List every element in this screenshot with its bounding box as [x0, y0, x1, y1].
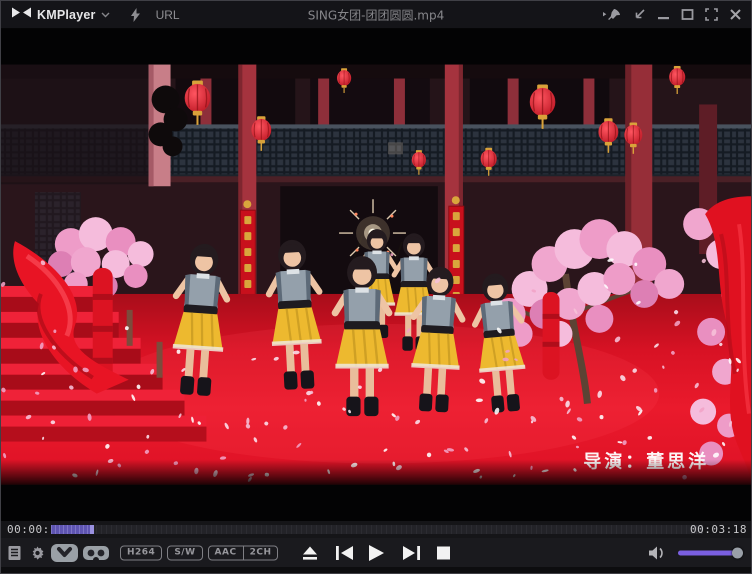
lightning-bolt-icon[interactable]	[130, 8, 141, 22]
pin-always-on-top-icon[interactable]	[603, 8, 622, 21]
previous-button[interactable]	[336, 546, 353, 560]
playlist-button[interactable]	[8, 545, 21, 560]
progress-fill	[51, 525, 94, 534]
close-button[interactable]	[729, 8, 742, 21]
fullscreen-button[interactable]	[705, 8, 718, 21]
volume-slider[interactable]	[678, 550, 742, 555]
url-button[interactable]: URL	[156, 8, 180, 22]
chevron-down-icon[interactable]	[101, 12, 110, 18]
video-display-area[interactable]: 导演：董思洋	[1, 29, 751, 521]
duration-time: 00:03:18	[690, 523, 747, 536]
audio-badges: AAC 2CH	[208, 545, 279, 560]
video-frame[interactable]: 导演：董思洋	[1, 64, 751, 485]
app-menu-button[interactable]: KMPlayer	[37, 8, 96, 22]
control-bar: 00:00:10 00:03:18 H264 S/W	[1, 521, 751, 573]
settings-gear-icon[interactable]	[30, 545, 45, 560]
play-button[interactable]	[369, 545, 384, 561]
snap-corner-arrow-icon[interactable]	[633, 8, 646, 21]
volume-fill	[678, 550, 737, 555]
stop-button[interactable]	[437, 546, 450, 559]
video-codec-badge: H264	[120, 545, 162, 560]
audio-codec-badge: AAC	[209, 546, 243, 559]
wall-plaque	[388, 142, 403, 154]
volume-knob[interactable]	[732, 547, 743, 558]
download-arrow-button[interactable]	[51, 544, 78, 562]
decoder-badge: S/W	[167, 545, 202, 560]
seek-bar[interactable]	[51, 525, 703, 534]
maximize-button[interactable]	[681, 8, 694, 21]
codec-badges: H264 S/W AAC 2CH	[120, 545, 278, 560]
kmplayer-logo-icon	[11, 6, 32, 24]
titlebar[interactable]: KMPlayer URL SING女团-团团圆圆.mp4	[1, 1, 751, 29]
window-title: SING女团-团团圆圆.mp4	[308, 6, 445, 23]
bottom-strip	[1, 567, 751, 573]
kmplayer-window: KMPlayer URL SING女团-团团圆圆.mp4	[0, 0, 752, 574]
channels-badge: 2CH	[243, 546, 278, 559]
speaker-icon[interactable]	[648, 545, 665, 560]
vr-goggles-button[interactable]	[83, 545, 109, 561]
next-button[interactable]	[403, 546, 420, 560]
minimize-button[interactable]	[657, 8, 670, 21]
eject-button[interactable]	[302, 545, 318, 560]
